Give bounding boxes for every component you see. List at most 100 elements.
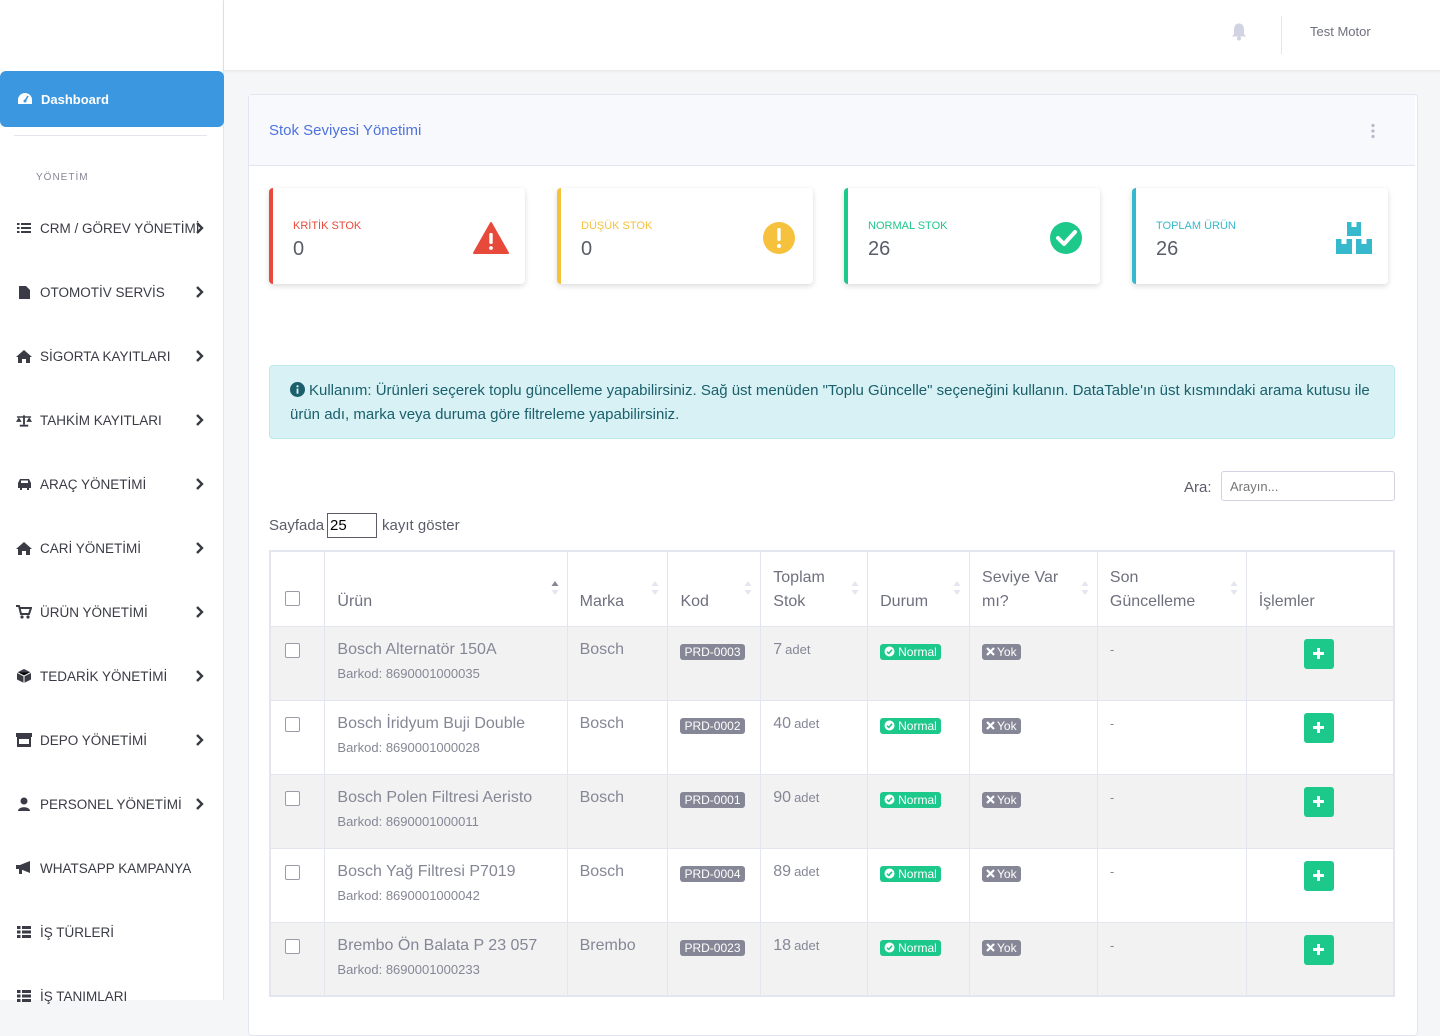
column-header-son-guncelleme[interactable]: Son Güncelleme <box>1096 550 1247 627</box>
stock-value: 90 <box>773 788 792 806</box>
search-input[interactable] <box>1221 471 1395 501</box>
chevron-right-icon <box>196 222 204 234</box>
column-header-toplam-stok[interactable]: Toplam Stok <box>760 550 869 627</box>
row-checkbox[interactable] <box>285 790 300 806</box>
code-cell: PRD-0023 <box>667 921 762 997</box>
level-badge: Yok <box>982 643 1021 660</box>
sidebar-item-label: TEDARİK YÖNETİMİ <box>40 668 168 684</box>
table-row[interactable]: Bosch Yağ Filtresi P7019 Barkod: 86900010… <box>269 847 1395 923</box>
stock-unit: adet <box>785 641 811 657</box>
product-code-badge: PRD-0023 <box>680 939 745 956</box>
sidebar-item-tahkim[interactable]: TAHKİM KAYITLARI <box>0 400 223 440</box>
sort-icon <box>651 580 659 595</box>
sidebar-divider <box>14 135 207 136</box>
stock-table: Ürün Marka Kod Toplam Stok Durum Seviye … <box>269 550 1395 997</box>
table-row[interactable]: Bosch Polen Filtresi Aeristo Barkod: 8690… <box>269 773 1395 849</box>
updated-cell: - <box>1096 699 1247 775</box>
row-select-cell <box>269 699 326 775</box>
sort-icon <box>851 580 859 595</box>
brand-name: Brembo <box>579 936 636 954</box>
table-row[interactable]: Brembo Ön Balata P 23 057 Barkod: 8690001… <box>269 921 1395 997</box>
column-header-urun[interactable]: Ürün <box>324 550 568 627</box>
column-header-label: Ürün <box>337 592 373 610</box>
times-icon <box>986 869 995 878</box>
page-length-input[interactable] <box>327 513 378 538</box>
sidebar-item-urun[interactable]: ÜRÜN YÖNETİMİ <box>0 592 223 632</box>
stock-level-card: Stok Seviyesi Yönetimi KRİTİK STOK 0 DÜŞ… <box>248 94 1418 1036</box>
topbar-divider <box>1281 16 1282 54</box>
kebab-menu-icon[interactable] <box>1370 123 1376 139</box>
level-cell: Yok <box>969 773 1098 849</box>
column-header-label: İşlemler <box>1258 592 1315 610</box>
stock-unit: adet <box>794 715 820 731</box>
status-cell: Normal <box>867 847 971 923</box>
product-barcode: Barkod: 8690001000233 <box>337 961 480 977</box>
table-list-icon <box>16 926 32 938</box>
actions-cell <box>1245 625 1395 701</box>
sidebar-item-sigorta[interactable]: SİGORTA KAYITLARI <box>0 336 223 376</box>
sidebar-item-otomotiv-servis[interactable]: OTOMOTİV SERVİS <box>0 272 223 312</box>
sidebar-item-is-turleri[interactable]: İŞ TÜRLERİ <box>0 912 223 952</box>
sidebar-item-personel[interactable]: PERSONEL YÖNETİMİ <box>0 784 223 824</box>
select-all-checkbox[interactable] <box>285 590 300 606</box>
table-row[interactable]: Bosch Alternatör 150A Barkod: 86900010000… <box>269 625 1395 701</box>
bell-icon[interactable] <box>1231 23 1247 41</box>
updated-cell: - <box>1096 847 1247 923</box>
column-header-marka[interactable]: Marka <box>566 550 669 627</box>
sidebar-item-dashboard[interactable]: Dashboard <box>0 71 224 127</box>
plus-icon <box>1313 796 1325 807</box>
actions-cell <box>1245 773 1395 849</box>
add-stock-button[interactable] <box>1303 934 1334 965</box>
car-icon <box>16 478 32 490</box>
row-select-cell <box>269 921 326 997</box>
sidebar-item-arac[interactable]: ARAÇ YÖNETİMİ <box>0 464 223 504</box>
search-label: Ara: <box>1184 479 1212 496</box>
sidebar-item-tedarik[interactable]: TEDARİK YÖNETİMİ <box>0 656 223 696</box>
sidebar-item-cari[interactable]: CARİ YÖNETİMİ <box>0 528 223 568</box>
chevron-right-icon <box>196 414 204 426</box>
row-checkbox[interactable] <box>285 642 300 658</box>
sidebar-item-depo[interactable]: DEPO YÖNETİMİ <box>0 720 223 760</box>
level-cell: Yok <box>969 699 1098 775</box>
topbar <box>224 0 1440 70</box>
table-row[interactable]: Bosch İridyum Buji Double Barkod: 8690001… <box>269 699 1395 775</box>
check-circle-icon <box>884 942 895 953</box>
home-icon <box>16 541 32 555</box>
level-cell: Yok <box>969 625 1098 701</box>
info-circle-icon <box>290 382 305 397</box>
sidebar: Dashboard YÖNETİM CRM / GÖREV YÖNETİMİ O… <box>0 0 224 1004</box>
add-stock-button[interactable] <box>1303 712 1334 743</box>
last-updated: - <box>1109 789 1115 805</box>
column-header-durum[interactable]: Durum <box>867 550 971 627</box>
row-select-cell <box>269 847 326 923</box>
store-icon <box>16 733 32 747</box>
add-stock-button[interactable] <box>1303 786 1334 817</box>
column-header-seviye[interactable]: Seviye Var mı? <box>969 550 1098 627</box>
add-stock-button[interactable] <box>1303 860 1334 891</box>
sidebar-item-label: İŞ TÜRLERİ <box>40 924 115 940</box>
sidebar-item-crm[interactable]: CRM / GÖREV YÖNETİMİ <box>0 208 223 248</box>
column-header-kod[interactable]: Kod <box>667 550 762 627</box>
sidebar-heading: YÖNETİM <box>36 172 89 183</box>
level-text: Yok <box>997 792 1017 807</box>
sidebar-item-label: SİGORTA KAYITLARI <box>40 348 171 364</box>
card-header: Stok Seviyesi Yönetimi <box>249 95 1415 166</box>
row-checkbox[interactable] <box>285 938 300 954</box>
product-name: Bosch İridyum Buji Double <box>337 714 526 732</box>
balance-scale-icon <box>16 414 32 427</box>
row-checkbox[interactable] <box>285 716 300 732</box>
user-name[interactable]: Test Motor <box>1310 24 1371 39</box>
sort-icon <box>1230 580 1238 595</box>
product-code-badge: PRD-0004 <box>680 865 745 882</box>
stat-label: DÜŞÜK STOK <box>581 220 653 232</box>
product-barcode: Barkod: 8690001000011 <box>337 813 479 829</box>
product-cell: Bosch Polen Filtresi Aeristo Barkod: 8690… <box>324 773 568 849</box>
add-stock-button[interactable] <box>1303 638 1334 669</box>
usage-info-text: Kullanım: Ürünleri seçerek toplu güncell… <box>290 382 1370 423</box>
sidebar-item-whatsapp[interactable]: WHATSAPP KAMPANYA <box>0 848 223 888</box>
row-checkbox[interactable] <box>285 864 300 880</box>
sidebar-item-label: ÜRÜN YÖNETİMİ <box>40 604 148 620</box>
column-header-label: Son Güncelleme <box>1109 568 1196 610</box>
column-header-islemler: İşlemler <box>1245 550 1395 627</box>
sidebar-item-is-tanimlari[interactable]: İŞ TANIMLARI <box>0 976 223 1016</box>
